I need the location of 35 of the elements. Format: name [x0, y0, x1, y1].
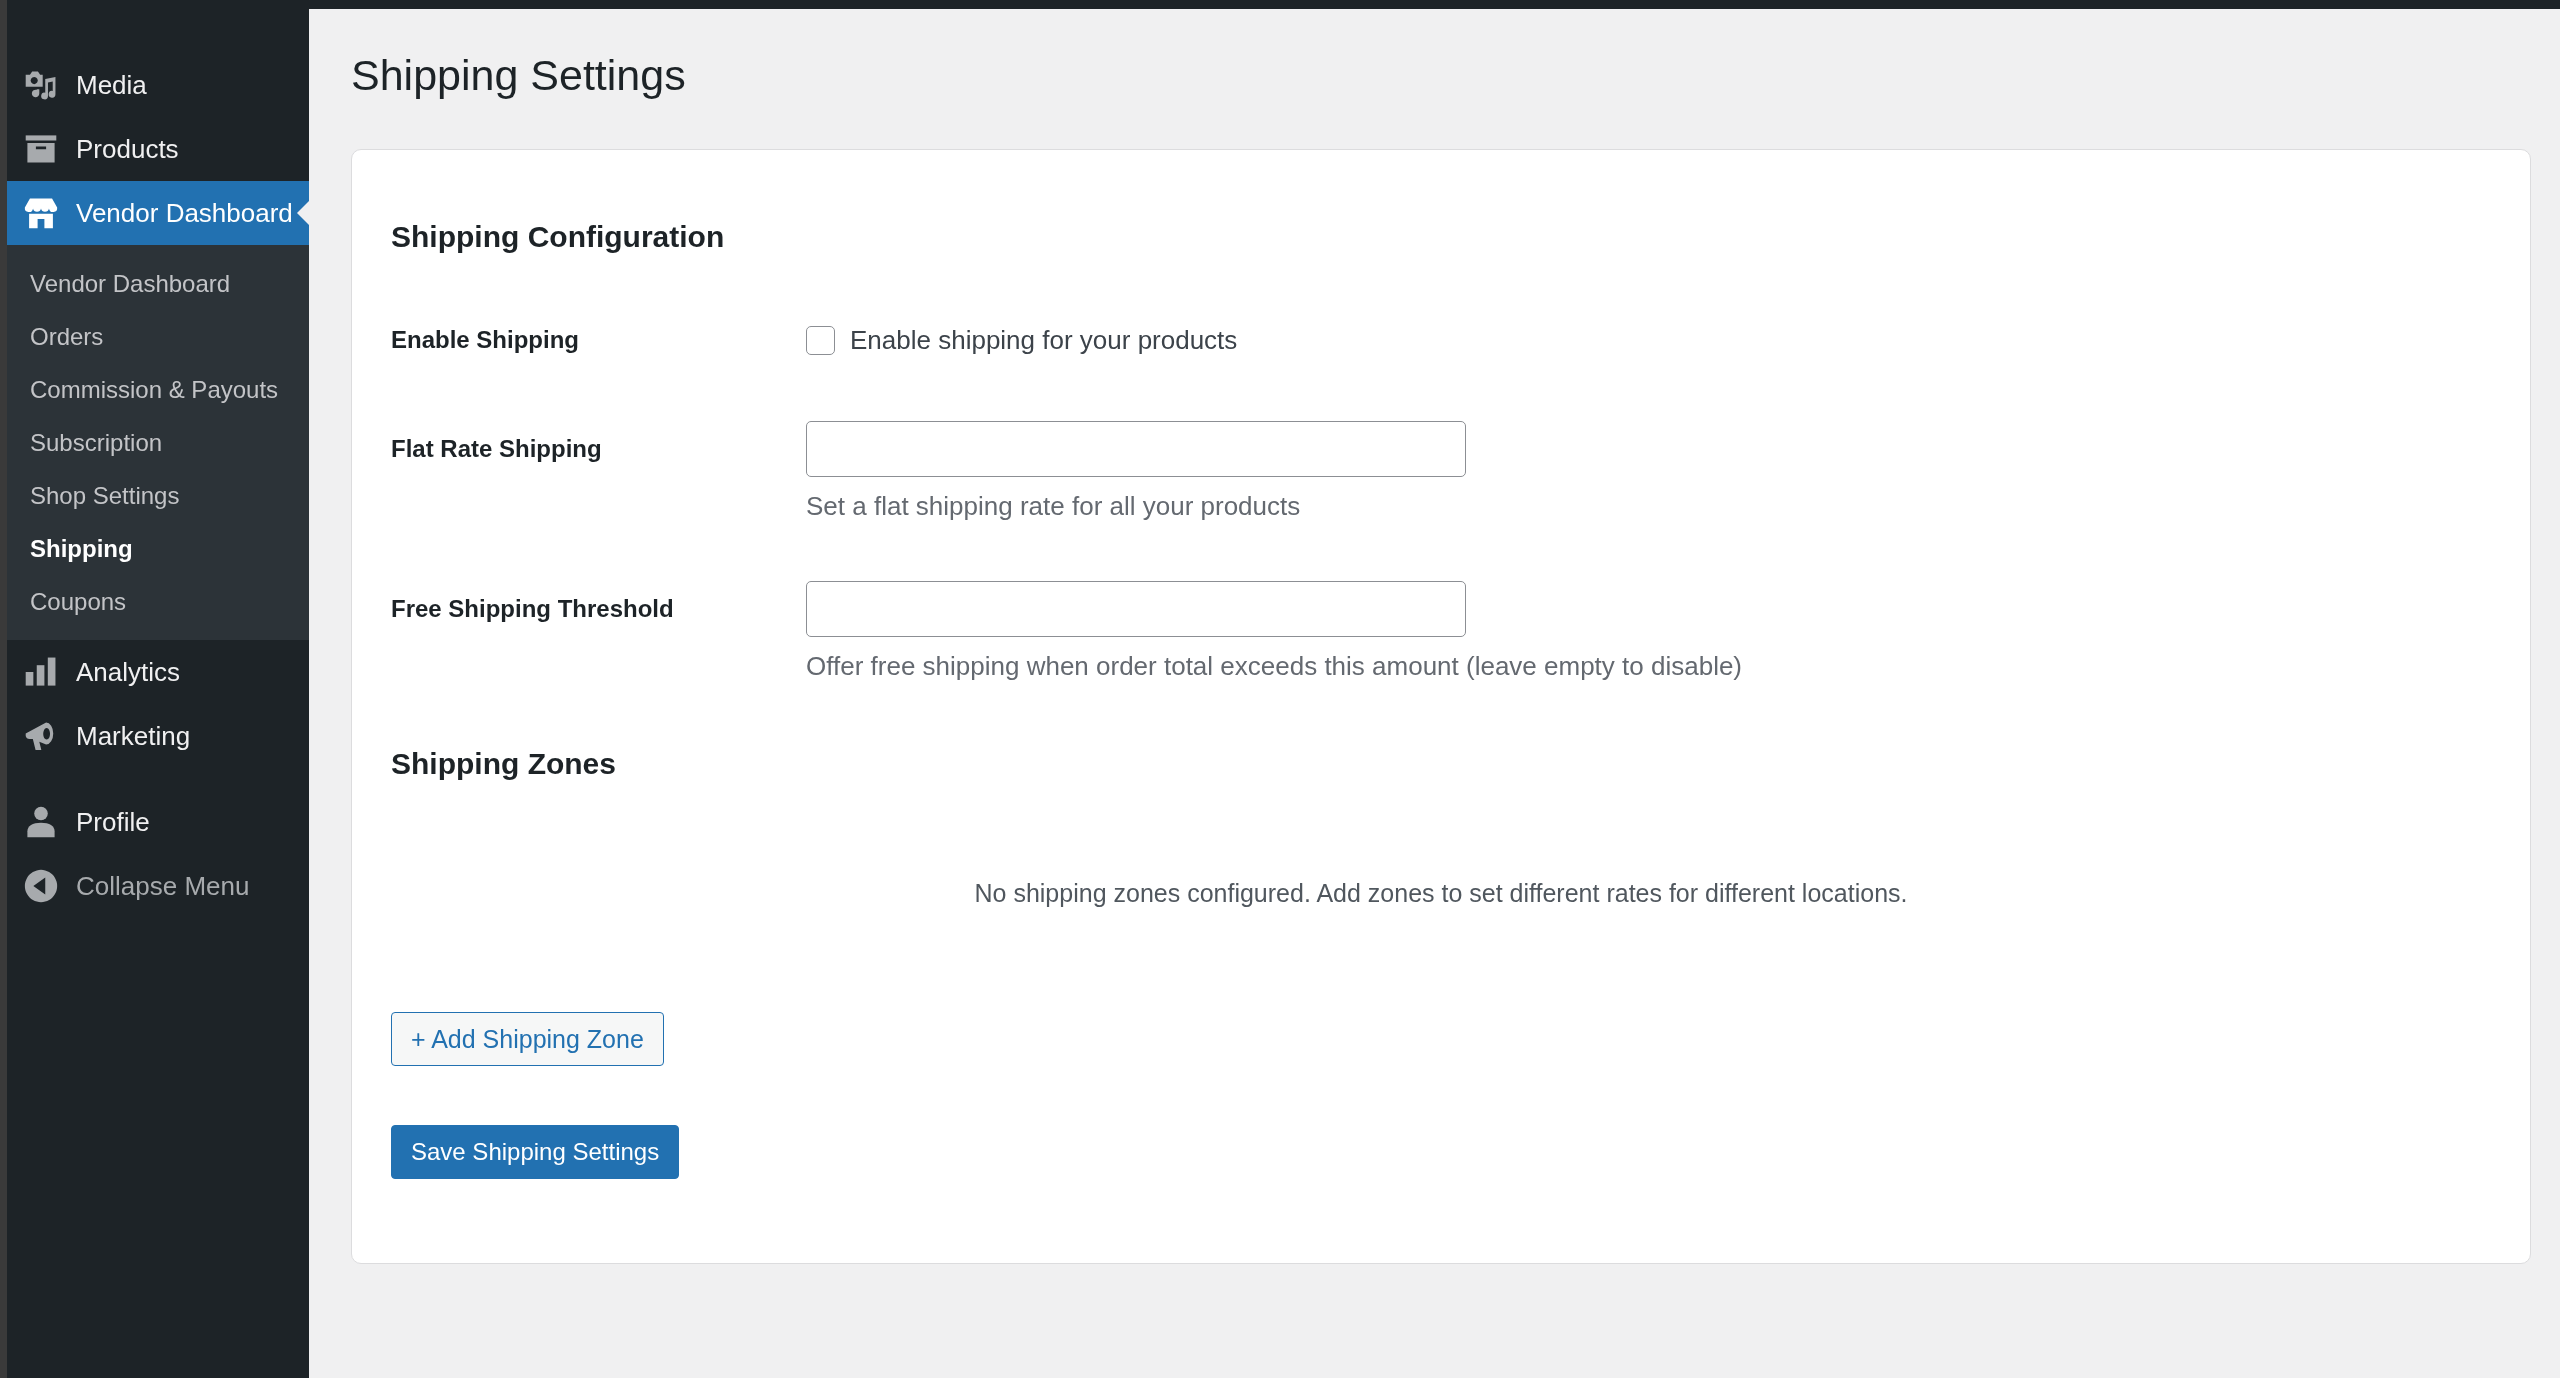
submenu-item[interactable]: Orders: [7, 310, 309, 363]
sidebar-menu-item[interactable]: Media: [7, 53, 309, 117]
checkbox[interactable]: [806, 325, 835, 355]
submenu-item[interactable]: Vendor Dashboard: [7, 257, 309, 310]
submenu-item[interactable]: Subscription: [7, 416, 309, 469]
submenu-item[interactable]: Coupons: [7, 575, 309, 628]
sidebar-menu-item[interactable]: Marketing: [7, 704, 309, 768]
field-label: Flat Rate Shipping: [391, 434, 603, 464]
submenu-item[interactable]: Commission & Payouts: [7, 363, 309, 416]
sidebar-menu-item[interactable]: Analytics: [7, 640, 309, 704]
sidebar-menu-item[interactable]: Products: [7, 117, 309, 181]
section-heading: Shipping Configuration: [391, 219, 726, 255]
empty-state-message: No shipping zones configured. Add zones to set different rates for different locations.: [973, 878, 1909, 909]
field-label: Enable Shipping: [391, 325, 580, 355]
submenu-item[interactable]: Shop Settings: [7, 469, 309, 522]
page-title: Shipping Settings: [351, 50, 687, 101]
person-icon: [24, 805, 58, 839]
input-field[interactable]: [806, 581, 1466, 637]
add-shipping-zone-button[interactable]: + Add Shipping Zone: [391, 1012, 664, 1066]
sidebar-menu-item[interactable]: Vendor Dashboard: [7, 181, 309, 245]
camera-music-icon: [24, 68, 58, 102]
field-hint: Set a flat shipping rate for all your products: [806, 490, 1302, 522]
field-label: Free Shipping Threshold: [391, 594, 675, 624]
checkbox-label[interactable]: Enable shipping for your products: [850, 324, 1238, 356]
storefront-icon: [24, 196, 58, 230]
submenu-item[interactable]: Shipping: [7, 522, 309, 575]
archive-box-icon: [24, 132, 58, 166]
collapse-arrow-icon: [24, 869, 58, 903]
save-button[interactable]: Save Shipping Settings: [391, 1125, 680, 1179]
bar-chart-icon: [24, 655, 58, 689]
sidebar-menu-item[interactable]: Profile: [7, 790, 309, 854]
section-heading: Shipping Zones: [391, 746, 617, 782]
input-field[interactable]: [806, 421, 1466, 477]
field-hint: Offer free shipping when order total exceeds this amount (leave empty to disable): [806, 650, 1743, 682]
collapse-menu-button[interactable]: Collapse Menu: [7, 854, 309, 918]
